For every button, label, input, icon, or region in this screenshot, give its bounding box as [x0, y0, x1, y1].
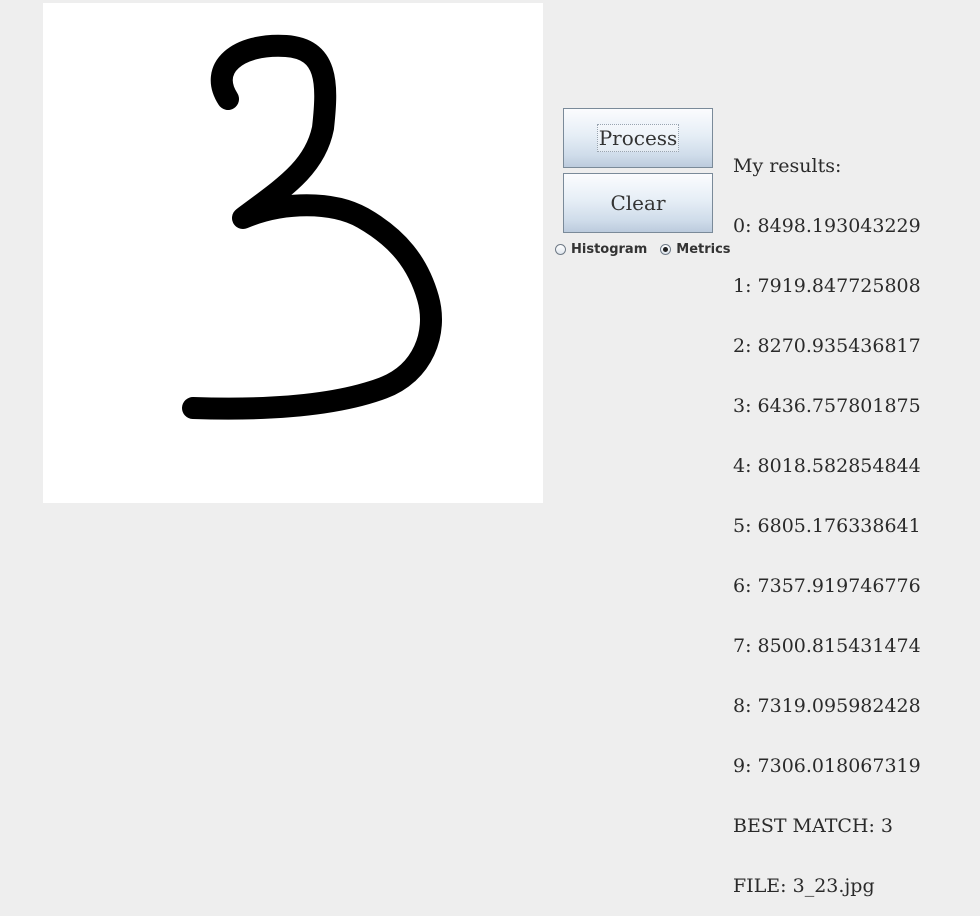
drawing-canvas[interactable]	[43, 3, 543, 503]
file-name: FILE: 3_23.jpg	[733, 875, 875, 897]
result-score: 3: 6436.757801875	[733, 395, 921, 417]
clear-button-label: Clear	[610, 191, 666, 215]
result-score: 2: 8270.935436817	[733, 335, 921, 357]
result-score: 5: 6805.176338641	[733, 515, 921, 537]
histogram-radio[interactable]: Histogram	[555, 242, 647, 257]
result-score: 0: 8498.193043229	[733, 215, 921, 237]
results-panel: My results: 0: 8498.193043229 1: 7919.84…	[733, 116, 921, 916]
result-score: 1: 7919.847725808	[733, 275, 921, 297]
best-match: BEST MATCH: 3	[733, 815, 894, 837]
radio-selected-icon	[660, 243, 672, 255]
metrics-label: Metrics	[676, 241, 731, 257]
process-button-label: Process	[596, 124, 680, 152]
metrics-radio[interactable]: Metrics	[660, 241, 731, 257]
process-button[interactable]: Process	[563, 108, 713, 168]
result-score: 6: 7357.919746776	[733, 575, 921, 597]
result-score: 8: 7319.095982428	[733, 695, 921, 717]
result-score: 9: 7306.018067319	[733, 755, 921, 777]
results-header: My results:	[733, 155, 842, 177]
radio-unselected-icon	[555, 243, 566, 255]
clear-button[interactable]: Clear	[563, 173, 713, 233]
result-score: 7: 8500.815431474	[733, 635, 921, 657]
handwritten-digit-drawing	[182, 34, 442, 420]
result-score: 4: 8018.582854844	[733, 455, 921, 477]
method-options: Histogram Metrics	[555, 240, 731, 258]
histogram-label: Histogram	[571, 241, 648, 257]
